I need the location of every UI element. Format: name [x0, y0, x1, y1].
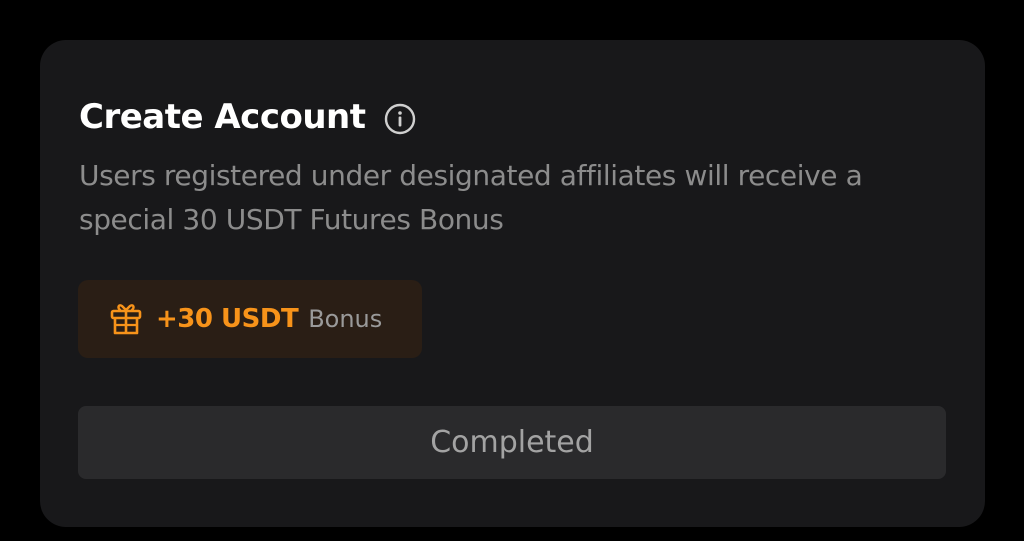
bonus-label: Bonus — [308, 305, 383, 333]
task-card: Create Account Users registered under de… — [40, 40, 985, 527]
title-row: Create Account — [79, 96, 416, 138]
bonus-badge: +30 USDT Bonus — [78, 280, 422, 358]
info-icon[interactable] — [384, 103, 416, 135]
completed-button[interactable]: Completed — [78, 406, 946, 479]
bonus-amount: +30 USDT — [156, 304, 299, 334]
gift-icon — [108, 301, 144, 337]
task-description: Users registered under designated affili… — [79, 159, 863, 236]
task-title: Create Account — [79, 97, 366, 137]
